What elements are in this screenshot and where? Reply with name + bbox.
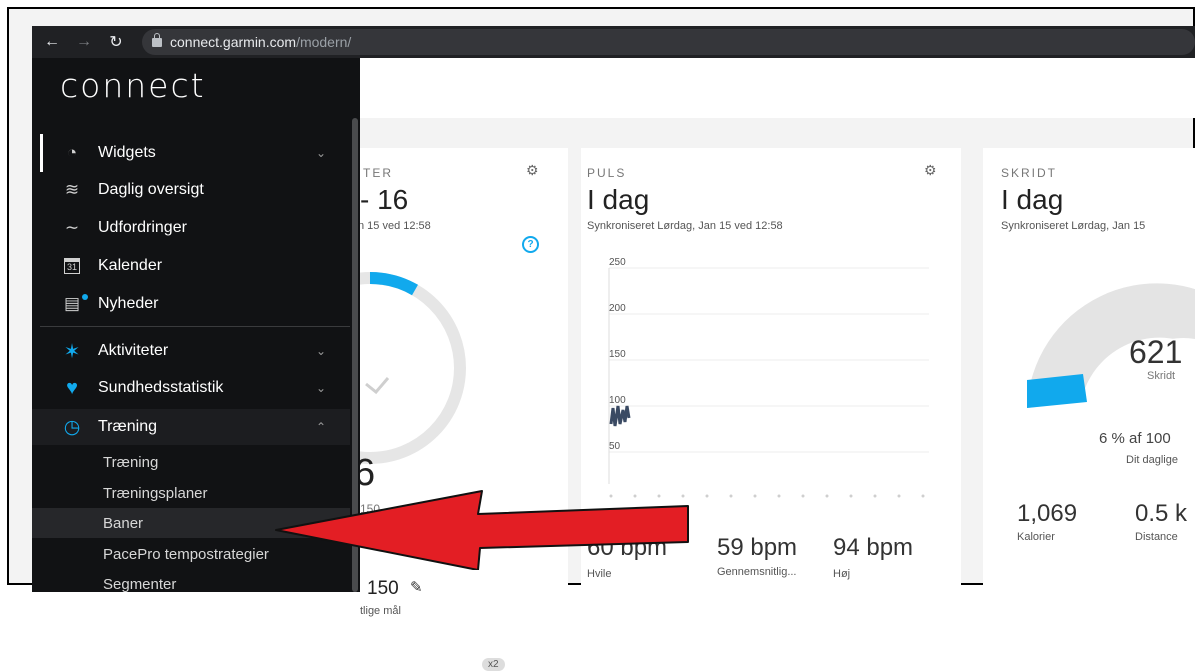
y-tick-label: 250 [609, 257, 626, 268]
sync-text: n 15 ved 12:58 [358, 220, 431, 232]
badge: x2 [482, 658, 505, 671]
goal-ring [360, 271, 466, 464]
trend-icon: ∼ [64, 218, 80, 237]
distance-label: Distance [1135, 531, 1178, 543]
person-icon: ✶ [63, 340, 81, 363]
high-hr-label: Høj [833, 568, 851, 580]
card-label: TER [363, 166, 393, 180]
card-label: SKRIDT [1001, 166, 1058, 180]
steps-goal-text: Dit daglige [1126, 454, 1178, 466]
sidebar-item-challenges[interactable]: ∼ Udfordringer [32, 210, 350, 246]
edit-icon[interactable]: ✎ [410, 578, 423, 596]
high-hr-value: 94 bpm [833, 534, 914, 561]
sidebar-item-label: Daglig oversigt [98, 181, 204, 198]
baseline-dot [825, 494, 829, 498]
sidebar-item-label: Sundhedsstatistik [98, 379, 224, 396]
card-title: I dag [587, 184, 650, 215]
heart-rate-chart: 250 200 150 100 50 [608, 257, 929, 498]
sidebar-item-label: Udfordringer [98, 219, 187, 236]
y-tick-label: 100 [609, 395, 626, 406]
sidebar-item-label: Aktiviteter [98, 342, 169, 359]
gear-icon[interactable]: ⚙ [924, 162, 937, 179]
sidebar-divider [40, 326, 350, 327]
chevron-down-icon: ⌄ [315, 381, 326, 395]
browser-toolbar: ← → ↻ connect.garmin.com/modern/ [32, 26, 1195, 58]
baseline-dot [729, 494, 733, 498]
y-tick-label: 50 [609, 441, 621, 452]
annotation-arrow [275, 490, 689, 570]
subitem-label: PacePro tempostrategier [103, 545, 269, 563]
sidebar-item-news[interactable]: ▤ Nyheder [32, 286, 350, 322]
sync-text: Synkroniseret Lørdag, Jan 15 [1001, 220, 1146, 232]
sidebar-item-label: Nyheder [98, 295, 159, 312]
url-path: /modern/ [296, 34, 352, 50]
steps-label: Skridt [1147, 370, 1176, 382]
layers-icon: ≋ [64, 180, 80, 199]
y-tick-label: 200 [609, 303, 626, 314]
calories-label: Kalorier [1017, 531, 1055, 543]
sidebar-item-calendar[interactable]: 31 Kalender [32, 248, 350, 284]
calories-value: 1,069 [1017, 500, 1078, 527]
back-icon[interactable]: ← [40, 33, 64, 51]
goal-label: tlige mål [360, 605, 401, 617]
subitem-label: Træning [103, 453, 159, 471]
sidebar-item-label: Træning [98, 418, 157, 435]
steps-percent: 6 % af 100 [1099, 430, 1171, 447]
subitem-label: Segmenter [103, 575, 177, 593]
card-title: I dag [1001, 184, 1064, 215]
steps-value: 621 [1129, 334, 1183, 370]
goal-value: 150 [367, 578, 399, 599]
calendar-icon: 31 [60, 258, 84, 274]
app-logo[interactable]: connect [60, 66, 206, 105]
baseline-dot [921, 494, 925, 498]
sidebar-item-daily-overview[interactable]: ≋ Daglig oversigt [32, 172, 350, 208]
heart-icon: ♥ [66, 376, 78, 399]
sidebar-subitem-segments[interactable]: Segmenter [32, 569, 350, 599]
gear-icon[interactable]: ⚙ [526, 162, 539, 179]
address-bar[interactable]: connect.garmin.com/modern/ [142, 29, 1195, 55]
card-label: PULS [587, 166, 627, 180]
chevron-up-icon: ⌃ [315, 420, 326, 434]
baseline-dot [849, 494, 853, 498]
reload-icon[interactable]: ↻ [104, 32, 128, 52]
subitem-label: Træningsplaner [103, 484, 208, 502]
y-tick-label: 150 [609, 349, 626, 360]
lock-icon [152, 32, 162, 47]
subitem-label: Baner [103, 514, 144, 532]
baseline-dot [753, 494, 757, 498]
avg-hr-value: 59 bpm [717, 534, 798, 561]
calendar-icon-text: 31 [63, 258, 80, 274]
page-header [360, 58, 1195, 118]
gauge-icon: ◔ [66, 143, 78, 162]
sidebar-item-training[interactable]: ◷ Træning ⌃ [32, 409, 350, 445]
baseline-dot [705, 494, 709, 498]
baseline-dot [801, 494, 805, 498]
baseline-dot [897, 494, 901, 498]
notification-dot-icon [82, 294, 88, 300]
sidebar-item-widgets[interactable]: ◔ Widgets ⌄ [32, 135, 350, 171]
forward-icon[interactable]: → [72, 33, 96, 51]
avg-hr-label: Gennemsnitlig... [717, 566, 797, 578]
sidebar-item-activities[interactable]: ✶ Aktiviteter ⌄ [32, 333, 350, 369]
baseline-dot [777, 494, 781, 498]
card-title: - 16 [360, 184, 409, 215]
steps-card: SKRIDT I dag Synkroniseret Lørdag, Jan 1… [983, 148, 1195, 592]
chevron-down-icon: ⌄ [315, 344, 326, 358]
newspaper-icon: ▤ [60, 294, 88, 314]
stopwatch-icon: ◷ [63, 416, 81, 438]
sync-text: Synkroniseret Lørdag, Jan 15 ved 12:58 [587, 220, 783, 232]
heart-rate-trace [609, 405, 631, 427]
sidebar-subitem-training[interactable]: Træning [32, 447, 350, 477]
sidebar-item-label: Kalender [98, 257, 163, 274]
sidebar-item-label: Widgets [98, 144, 156, 161]
baseline-dot [873, 494, 877, 498]
chevron-down-icon: ⌄ [315, 146, 326, 160]
sidebar-item-health-stats[interactable]: ♥ Sundhedsstatistik ⌄ [32, 370, 350, 406]
url-host: connect.garmin.com [170, 34, 297, 50]
distance-value: 0.5 k [1135, 500, 1188, 527]
